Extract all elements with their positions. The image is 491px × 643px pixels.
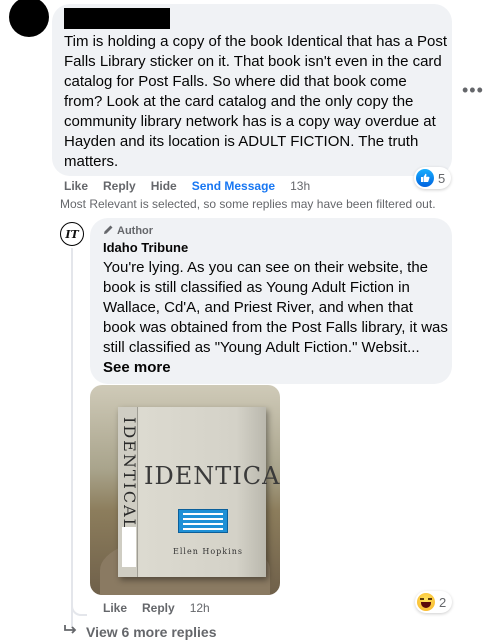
reply-reactions[interactable]: 2 bbox=[415, 591, 453, 613]
like-button[interactable]: Like bbox=[64, 179, 88, 193]
author-badge: Author bbox=[103, 224, 153, 238]
author-badge-label: Author bbox=[117, 225, 154, 237]
filter-note: Most Relevant is selected, so some repli… bbox=[60, 197, 436, 211]
hide-button[interactable]: Hide bbox=[151, 179, 177, 193]
commenter-avatar[interactable] bbox=[9, 0, 49, 37]
reply-button[interactable]: Reply bbox=[103, 179, 136, 193]
haha-icon bbox=[417, 593, 435, 611]
send-message-button[interactable]: Send Message bbox=[192, 179, 275, 193]
author-name[interactable]: Idaho Tribune bbox=[103, 240, 188, 255]
thread-curve bbox=[71, 600, 87, 616]
spine-text: IDENTICAL bbox=[120, 417, 139, 532]
like-button[interactable]: Like bbox=[103, 601, 127, 615]
view-more-replies[interactable]: View 6 more replies bbox=[64, 624, 216, 640]
avatar-monogram: IT bbox=[65, 227, 79, 241]
book-photo[interactable]: IDENTICAL IDENTICAL Ellen Hopkins bbox=[90, 385, 280, 595]
pencil-icon bbox=[103, 224, 114, 238]
reply-arrow-icon bbox=[64, 624, 78, 640]
reply-body: You're lying. As you can see on their we… bbox=[103, 259, 448, 356]
see-more-link[interactable]: See more bbox=[103, 359, 171, 376]
library-label bbox=[122, 527, 136, 567]
eye bbox=[420, 598, 424, 600]
eye bbox=[428, 598, 432, 600]
thread-line bbox=[71, 248, 73, 628]
library-sticker bbox=[178, 509, 228, 533]
reply-actions: Like Reply 12h bbox=[103, 601, 225, 615]
comment-text: Tim is holding a copy of the book Identi… bbox=[64, 33, 447, 170]
reply-button[interactable]: Reply bbox=[142, 601, 175, 615]
more-options-icon[interactable]: ••• bbox=[462, 80, 484, 101]
redacted-commenter-name bbox=[64, 8, 170, 29]
book: IDENTICAL IDENTICAL Ellen Hopkins bbox=[118, 407, 280, 577]
mouth bbox=[421, 602, 431, 608]
like-icon bbox=[416, 169, 434, 187]
reaction-count: 5 bbox=[438, 170, 446, 186]
reaction-count: 2 bbox=[439, 594, 447, 610]
timestamp[interactable]: 13h bbox=[290, 179, 310, 193]
comment-actions: Like Reply Hide Send Message 13h bbox=[64, 179, 325, 193]
comment-reactions[interactable]: 5 bbox=[414, 167, 452, 189]
cover-author: Ellen Hopkins bbox=[173, 547, 243, 556]
view-more-label: View 6 more replies bbox=[86, 624, 217, 640]
cover-title: IDENTICAL bbox=[144, 462, 280, 490]
reply-text: You're lying. As you can see on their we… bbox=[103, 258, 448, 378]
book-spine: IDENTICAL bbox=[118, 407, 139, 577]
author-avatar[interactable]: IT bbox=[60, 222, 84, 246]
timestamp[interactable]: 12h bbox=[190, 601, 210, 615]
